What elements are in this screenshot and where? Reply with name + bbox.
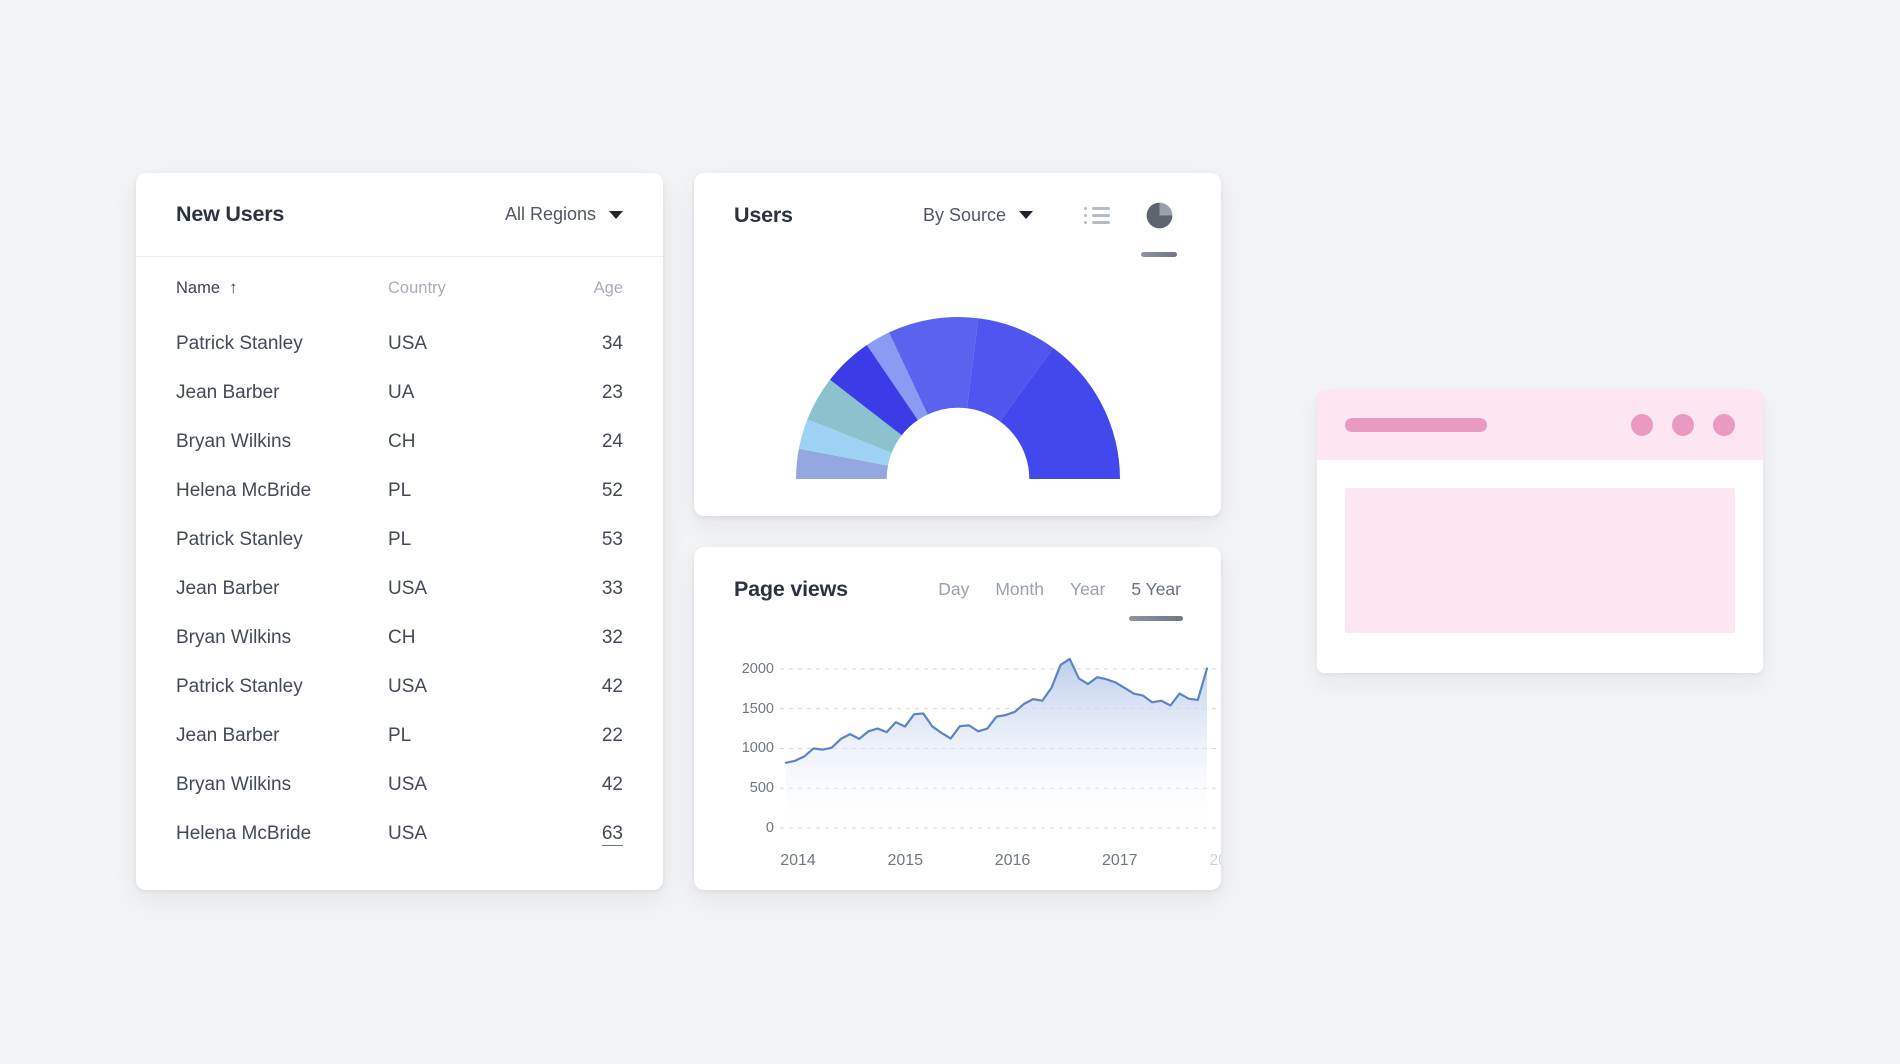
list-view-button[interactable] [1075, 193, 1119, 237]
table-row[interactable]: Patrick Stanley PL 53 [176, 515, 623, 564]
cell-age: 42 [601, 675, 623, 697]
cell-age-editing[interactable]: 63 [548, 822, 623, 846]
cell-age: 24 [601, 430, 623, 452]
table-row[interactable]: Jean Barber PL 22 [176, 711, 623, 760]
chevron-down-icon [609, 210, 623, 219]
cell-name: Helena McBride [176, 479, 312, 501]
tab-5-year[interactable]: 5 Year [1129, 579, 1183, 621]
cell-name: Bryan Wilkins [176, 430, 292, 452]
table-row[interactable]: Bryan Wilkins CH 32 [176, 613, 623, 662]
table-row[interactable]: Patrick Stanley USA 42 [176, 662, 623, 711]
cell-name: Jean Barber [176, 724, 280, 746]
view-toggle-group [1075, 193, 1181, 257]
cell-country: UA [388, 381, 415, 403]
window-dots [1631, 414, 1735, 436]
column-header-age[interactable]: Age [548, 279, 623, 298]
cell-name: Patrick Stanley [176, 528, 303, 550]
arrow-up-icon: ↑ [229, 277, 238, 297]
y-axis-tick-label: 2000 [741, 660, 774, 677]
table-row[interactable]: Bryan Wilkins CH 24 [176, 417, 623, 466]
new-users-header-actions: All Regions [505, 204, 623, 225]
content-block-placeholder [1345, 488, 1735, 633]
cell-age: 33 [601, 577, 623, 599]
group-by-dropdown[interactable]: By Source [923, 205, 1033, 226]
range-tabs: Day Month Year 5 Year [938, 579, 1183, 621]
list-view-icon [1084, 206, 1110, 224]
window-dot-1[interactable] [1631, 414, 1653, 436]
new-users-header: New Users All Regions [136, 173, 663, 257]
cell-country: CH [388, 626, 416, 648]
column-header-country[interactable]: Country [388, 279, 548, 298]
y-axis-tick-label: 1000 [741, 740, 774, 757]
placeholder-body [1317, 460, 1763, 661]
cell-age: 34 [601, 332, 623, 354]
cell-name: Jean Barber [176, 381, 280, 403]
cell-country: CH [388, 430, 416, 452]
pink-placeholder-window [1317, 390, 1763, 673]
cell-name: Jean Barber [176, 577, 280, 599]
cell-country: PL [388, 479, 412, 501]
group-by-label: By Source [922, 204, 1006, 225]
pie-view-button[interactable] [1137, 193, 1181, 257]
users-sources-header-actions: By Source [923, 193, 1181, 257]
page-title: New Users [176, 202, 285, 226]
cell-country: USA [388, 822, 428, 844]
cell-name: Patrick Stanley [176, 332, 303, 354]
pie-view-icon [1146, 202, 1172, 228]
window-dot-3[interactable] [1713, 414, 1735, 436]
new-users-table: Name ↑ Country Age Patrick Stanley USA 3… [136, 257, 663, 858]
users-by-source-gauge-chart [694, 257, 1221, 516]
cell-age: 42 [601, 773, 623, 795]
chevron-down-icon [1019, 211, 1033, 219]
cell-age: 52 [601, 479, 623, 501]
table-row[interactable]: Helena McBride PL 52 [176, 466, 623, 515]
card-title-page-views: Page views [734, 576, 848, 601]
cell-name: Bryan Wilkins [176, 626, 292, 648]
table-row[interactable]: Bryan Wilkins USA 42 [176, 760, 623, 809]
x-axis-tick-label: 2016 [994, 852, 1031, 869]
cell-country: USA [388, 577, 428, 599]
page-views-area-chart: 0 500 1000 1500 2000 2014 2015 2016 2017 2018 [694, 631, 1221, 890]
users-sources-card: Users By Source [694, 173, 1221, 516]
tab-day[interactable]: Day [938, 579, 969, 600]
users-sources-header: Users By Source [694, 173, 1221, 257]
column-header-name[interactable]: Name ↑ [176, 279, 388, 298]
page-views-card: Page views Day Month Year 5 Year 0 500 100… [694, 547, 1221, 890]
cell-age: 22 [601, 724, 623, 746]
cell-age: 23 [601, 381, 623, 403]
y-axis-tick-label: 500 [749, 780, 774, 797]
placeholder-title-bar [1317, 390, 1763, 460]
window-dot-2[interactable] [1672, 414, 1694, 436]
gauge-svg [795, 317, 1120, 479]
x-axis-tick-label: 2014 [780, 852, 816, 869]
table-row[interactable]: Jean Barber USA 33 [176, 564, 623, 613]
page-views-header: Page views Day Month Year 5 Year [694, 547, 1221, 631]
y-axis-tick-label: 0 [765, 820, 774, 836]
y-axis-tick-label: 1500 [741, 700, 774, 717]
cell-age: 32 [601, 626, 623, 648]
cell-country: USA [388, 675, 428, 697]
new-users-card: New Users All Regions Name ↑ Country Age… [136, 173, 663, 890]
cell-country: PL [388, 528, 412, 550]
cell-name: Patrick Stanley [176, 675, 303, 697]
tab-month[interactable]: Month [995, 579, 1044, 600]
region-filter-label: All Regions [504, 204, 596, 224]
card-title-users: Users [734, 202, 793, 227]
table-header-row: Name ↑ Country Age [176, 257, 623, 319]
table-row[interactable]: Jean Barber UA 23 [176, 368, 623, 417]
x-axis-tick-label: 2018 [1209, 852, 1221, 869]
region-filter-dropdown[interactable]: All Regions [505, 204, 623, 225]
table-row[interactable]: Helena McBride USA 63 [176, 809, 623, 858]
tab-year[interactable]: Year [1070, 579, 1105, 600]
x-axis-tick-label: 2015 [887, 852, 924, 869]
cell-name: Bryan Wilkins [176, 773, 292, 795]
title-bar-placeholder [1345, 418, 1487, 432]
cell-country: PL [388, 724, 412, 746]
cell-country: USA [388, 332, 428, 354]
cell-age: 53 [601, 528, 623, 550]
cell-name: Helena McBride [176, 822, 312, 844]
table-row[interactable]: Patrick Stanley USA 34 [176, 319, 623, 368]
cell-country: USA [388, 773, 428, 795]
x-axis-tick-label: 2017 [1101, 852, 1138, 869]
